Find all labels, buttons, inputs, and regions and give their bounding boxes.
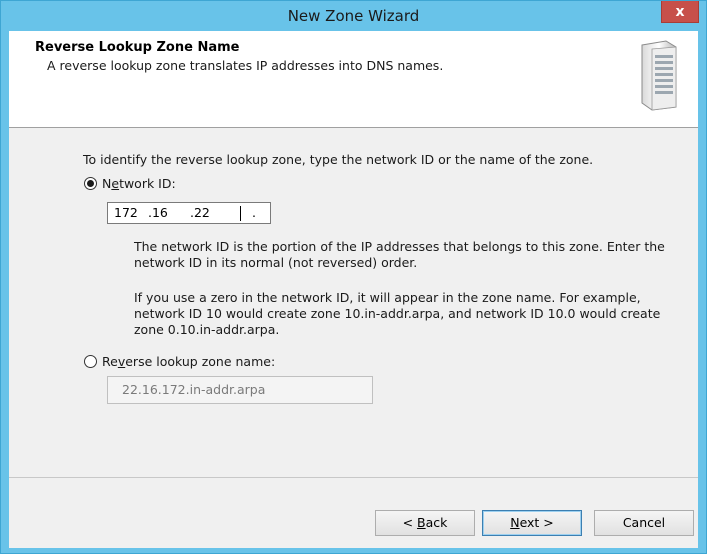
wizard-footer: < Back Next > Cancel: [9, 477, 698, 548]
reverse-zone-name-radio[interactable]: Reverse lookup zone name:: [84, 354, 275, 369]
cancel-button[interactable]: Cancel: [594, 510, 694, 536]
close-icon: x: [675, 3, 685, 20]
reverse-zone-name-label: Reverse lookup zone name:: [102, 354, 276, 369]
reverse-zone-name-input[interactable]: 22.16.172.in-addr.arpa: [107, 376, 373, 404]
network-id-input[interactable]: 172 .16 .22 .: [107, 202, 271, 224]
help-paragraph-2: If you use a zero in the network ID, it …: [134, 290, 694, 338]
radio-unchecked-icon: [84, 355, 97, 368]
ip-octet-1[interactable]: 172: [114, 205, 138, 220]
help-line: The network ID is the portion of the IP …: [134, 239, 665, 254]
help-paragraph-1: The network ID is the portion of the IP …: [134, 239, 694, 271]
radio-checked-icon: [84, 177, 97, 190]
help-line: network ID in its normal (not reversed) …: [134, 255, 418, 270]
server-icon: [641, 40, 677, 111]
help-line: network ID 10 would create zone 10.in-ad…: [134, 306, 661, 321]
close-button[interactable]: x: [661, 1, 699, 23]
help-line: If you use a zero in the network ID, it …: [134, 290, 641, 305]
wizard-body: To identify the reverse lookup zone, typ…: [9, 128, 698, 477]
page-title: Reverse Lookup Zone Name: [35, 40, 240, 55]
text-caret: [240, 206, 241, 221]
wizard-window: New Zone Wizard x Reverse Lookup Zone Na…: [0, 0, 707, 554]
help-line: zone 0.10.in-addr.arpa.: [134, 322, 280, 337]
back-button[interactable]: < Back: [375, 510, 475, 536]
title-bar[interactable]: New Zone Wizard x: [1, 1, 706, 31]
next-button[interactable]: Next >: [482, 510, 582, 536]
network-id-radio[interactable]: Network ID:: [84, 176, 176, 191]
dialog-client: Reverse Lookup Zone Name A reverse looku…: [9, 31, 698, 548]
network-id-label: Network ID:: [102, 176, 176, 191]
page-subtitle: A reverse lookup zone translates IP addr…: [47, 58, 444, 73]
window-title: New Zone Wizard: [287, 7, 420, 25]
ip-octet-4[interactable]: .: [252, 205, 256, 220]
wizard-header: Reverse Lookup Zone Name A reverse looku…: [9, 31, 698, 128]
intro-text: To identify the reverse lookup zone, typ…: [83, 152, 594, 167]
ip-octet-3[interactable]: .22: [190, 205, 210, 220]
ip-octet-2[interactable]: .16: [148, 205, 168, 220]
